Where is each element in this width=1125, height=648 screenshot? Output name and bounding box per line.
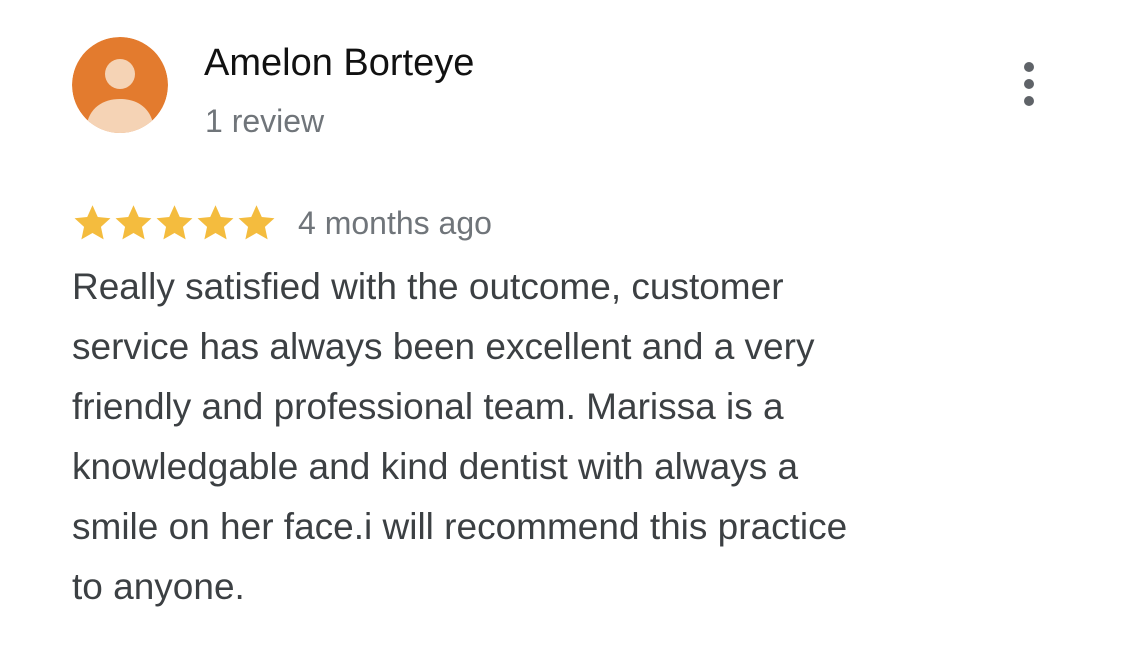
review-text-line: service has always been excellent and a …: [72, 326, 815, 367]
star-icon: [195, 202, 236, 244]
review-text: Really satisfied with the outcome, custo…: [72, 257, 1032, 617]
review-text-line: smile on her face.i will recommend this …: [72, 506, 848, 547]
review-date: 4 months ago: [298, 205, 492, 241]
rating-row: 4 months ago: [72, 200, 492, 246]
more-options-button[interactable]: [1008, 58, 1050, 112]
review-text-line: friendly and professional team. Marissa …: [72, 386, 784, 427]
review-text-line: to anyone.: [72, 566, 245, 607]
reviewer-name[interactable]: Amelon Borteye: [204, 40, 474, 86]
review-card: Amelon Borteye 1 review 4 months ago Rea…: [0, 0, 1125, 648]
star-icon: [154, 202, 195, 244]
star-icon: [236, 202, 277, 244]
star-rating: [72, 202, 277, 244]
reviewer-review-count: 1 review: [205, 103, 325, 139]
review-text-line: knowledgable and kind dentist with alway…: [72, 446, 799, 487]
star-icon: [113, 202, 154, 244]
star-icon: [72, 202, 113, 244]
more-vert-icon: [1024, 62, 1034, 106]
review-text-line: Really satisfied with the outcome, custo…: [72, 266, 784, 307]
person-avatar-icon[interactable]: [72, 37, 168, 133]
